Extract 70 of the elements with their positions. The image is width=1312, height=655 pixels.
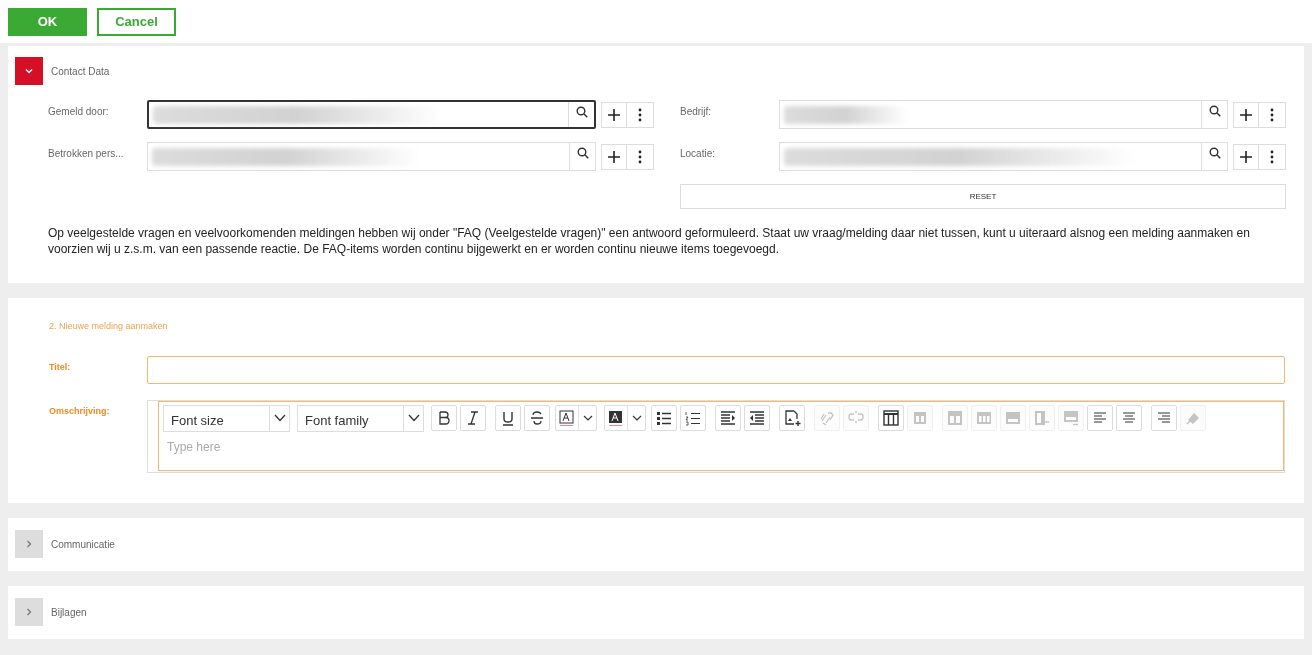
title-field[interactable]: [147, 355, 1285, 384]
indent-icon: [719, 409, 737, 427]
reset-button[interactable]: RESET: [680, 184, 1286, 209]
chevron-right-icon: [24, 607, 34, 617]
toolbar-button[interactable]: [431, 405, 457, 431]
field-label: Gemeld door:: [48, 105, 110, 119]
bullet-list-icon: [655, 409, 673, 427]
chevron-down-icon: [582, 415, 593, 421]
highlight-color-icon: [607, 409, 625, 427]
more-icon: [1270, 107, 1274, 122]
plus-icon: [1239, 107, 1253, 122]
toolbar-button[interactable]: [495, 405, 521, 431]
table-header-icon: [1004, 409, 1022, 427]
dropdown[interactable]: Font size: [163, 404, 290, 432]
link-icon: [818, 409, 836, 427]
plus-icon: [1239, 149, 1253, 164]
plus-icon: [607, 149, 621, 164]
section-title: 2. Nieuwe melding aanmaken: [49, 320, 169, 333]
outdent-icon: [748, 409, 766, 427]
dropdown[interactable]: Font family: [297, 404, 424, 432]
lookup-field[interactable]: [147, 100, 596, 129]
description-field[interactable]: Type here: [163, 437, 1279, 460]
toolbar-button[interactable]: [555, 405, 597, 431]
toolbar-button[interactable]: [744, 405, 770, 431]
table-column-icon: [975, 409, 993, 427]
plus-icon: [607, 107, 621, 122]
toggle-button[interactable]: [15, 57, 43, 85]
table-row-icon: [946, 409, 964, 427]
toolbar-button[interactable]: [779, 405, 805, 431]
field-label: Omschrijving:: [49, 404, 111, 418]
field-label: Bedrijf:: [680, 105, 713, 119]
field-label: Locatie:: [680, 147, 717, 161]
toolbar-button[interactable]: [651, 405, 677, 431]
search-icon: [575, 106, 588, 118]
toolbar-button[interactable]: [715, 405, 741, 431]
dropdown-label: Font size: [170, 411, 225, 430]
delete-column-icon: [1033, 409, 1051, 427]
section-title: Contact Data: [51, 64, 110, 79]
field-label: Betrokken pers...: [48, 147, 125, 161]
dropdown-label: Font family: [304, 411, 370, 430]
section-title: Communicatie: [51, 537, 115, 552]
strikethrough-icon: [528, 409, 546, 427]
chevron-down-icon: [24, 66, 34, 76]
search-icon: [1208, 147, 1221, 159]
insert-image-icon: [783, 409, 801, 427]
toolbar-button[interactable]: [604, 405, 646, 431]
chevron-down-icon: [631, 415, 642, 421]
table-cell-icon: [911, 409, 929, 427]
numbered-list-icon: [684, 409, 702, 427]
rich-text-editor[interactable]: Font size Font family Type here: [158, 400, 1284, 471]
more-icon: [638, 107, 642, 122]
delete-row-icon: [1062, 409, 1080, 427]
more-icon: [638, 149, 642, 164]
chevron-right-icon: [24, 539, 34, 549]
search-icon: [1208, 105, 1221, 117]
toolbar-button[interactable]: [524, 405, 550, 431]
search-icon: [576, 147, 589, 159]
chevron-down-icon: [273, 414, 286, 422]
toolbar-button[interactable]: [460, 405, 486, 431]
toolbar-button[interactable]: [878, 405, 904, 431]
info-paragraph: Op veelgestelde vragen en veelvoorkomenden meldingen hebben wij onder "FAQ (Veelgestelde vragen)" een antwoord geformuleerd. Staat uw vraag/melding daar niet tussen, kunt u uiteraard alsnog een melding aanmaken en voorzien wij u z.s.m. van een passende reactie. De FAQ-items worden continu bijgewerkt en er worden continu nieuwe items toegevoegd.: [47, 225, 1251, 257]
table-icon: [882, 409, 900, 427]
more-icon: [1270, 149, 1274, 164]
field-label: Titel:: [49, 360, 72, 374]
toolbar-button[interactable]: [680, 405, 706, 431]
section-title: Bijlagen: [51, 605, 87, 620]
toggle-button[interactable]: [15, 530, 43, 558]
chevron-down-icon: [407, 414, 420, 422]
toggle-button[interactable]: [15, 598, 43, 626]
text-color-icon: [558, 409, 576, 427]
